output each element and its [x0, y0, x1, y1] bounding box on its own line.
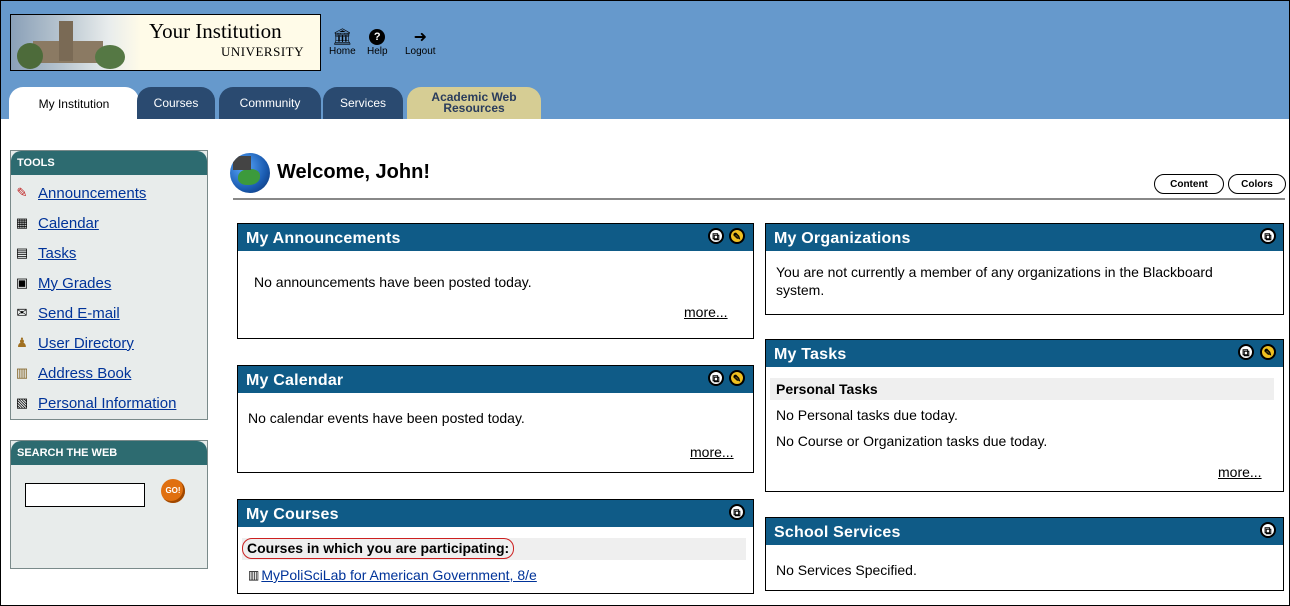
- welcome-divider: [233, 198, 1285, 200]
- envelope-icon: ✉: [16, 305, 28, 320]
- module-title: My Announcements ⧉ ✎: [238, 224, 753, 251]
- logout-button[interactable]: ➜ Logout: [405, 28, 436, 57]
- institution-name: Your Institution: [149, 19, 282, 43]
- portal-window: Your Institution UNIVERSITY 🏛 Home ? Hel…: [0, 0, 1290, 606]
- module-title: My Courses ⧉: [238, 500, 753, 527]
- page-title: Welcome, John!: [277, 161, 430, 183]
- popout-icon[interactable]: ⧉: [708, 370, 724, 386]
- tool-address-book[interactable]: ▥ Address Book: [11, 358, 207, 388]
- search-panel: SEARCH THE WEB GO!: [10, 440, 208, 569]
- tab-academic-web-resources[interactable]: Academic Web Resources: [407, 87, 541, 119]
- home-button[interactable]: 🏛 Home: [329, 28, 356, 57]
- module-title: My Calendar ⧉ ✎: [238, 366, 753, 393]
- module-title: My Tasks ⧉ ✎: [766, 340, 1283, 367]
- help-label: Help: [367, 46, 388, 57]
- help-button[interactable]: ? Help: [367, 28, 388, 57]
- id-card-icon: ▧: [15, 395, 29, 410]
- tasks-line-personal: No Personal tasks due today.: [776, 407, 958, 423]
- users-icon: ♟: [16, 335, 28, 350]
- school-services-module: School Services ⧉ No Services Specified.: [765, 517, 1284, 591]
- institution-logo[interactable]: Your Institution UNIVERSITY: [10, 14, 321, 71]
- my-announcements-module: My Announcements ⧉ ✎ No announcements ha…: [237, 223, 754, 339]
- tool-tasks[interactable]: ▤ Tasks: [11, 238, 207, 268]
- tool-personal-information[interactable]: ▧ Personal Information: [11, 388, 207, 418]
- tool-calendar[interactable]: ▦ Calendar: [11, 208, 207, 238]
- tab-my-institution[interactable]: My Institution: [9, 87, 139, 121]
- popout-icon[interactable]: ⧉: [1260, 228, 1276, 244]
- course-icon: ▥: [248, 568, 260, 582]
- tool-send-email[interactable]: ✉ Send E-mail: [11, 298, 207, 328]
- tools-panel: TOOLS ✎ Announcements ▦ Calendar ▤ Tasks…: [10, 150, 208, 420]
- tasks-line-course: No Course or Organization tasks due toda…: [776, 433, 1048, 449]
- my-organizations-module: My Organizations ⧉ You are not currently…: [765, 223, 1284, 315]
- tools-title: TOOLS: [11, 151, 207, 175]
- module-text: No calendar events have been posted toda…: [248, 410, 525, 426]
- module-text: No announcements have been posted today.: [254, 274, 532, 290]
- logout-label: Logout: [405, 46, 436, 57]
- popout-icon[interactable]: ⧉: [1238, 344, 1254, 360]
- tab-community[interactable]: Community: [219, 87, 321, 119]
- tab-services[interactable]: Services: [323, 87, 403, 119]
- campus-photo: [11, 15, 141, 70]
- courses-subhead-row: Courses in which you are participating:: [242, 538, 746, 560]
- popout-icon[interactable]: ⧉: [1260, 522, 1276, 538]
- address-book-icon: ▥: [15, 365, 29, 380]
- go-button[interactable]: GO!: [161, 479, 185, 503]
- header: Your Institution UNIVERSITY 🏛 Home ? Hel…: [1, 1, 1289, 121]
- home-label: Home: [329, 46, 356, 57]
- grades-icon: ▣: [15, 275, 29, 290]
- more-link[interactable]: more...: [690, 444, 734, 460]
- tab-courses[interactable]: Courses: [137, 87, 215, 119]
- logout-icon: ➜: [413, 29, 427, 46]
- tool-user-directory[interactable]: ♟ User Directory: [11, 328, 207, 358]
- courses-subhead: Courses in which you are participating:: [242, 538, 515, 559]
- popout-icon[interactable]: ⧉: [708, 228, 724, 244]
- popout-icon[interactable]: ⧉: [729, 504, 745, 520]
- search-title: SEARCH THE WEB: [11, 441, 207, 465]
- colors-button[interactable]: Colors: [1228, 174, 1286, 194]
- edit-icon[interactable]: ✎: [1260, 344, 1276, 360]
- edit-icon[interactable]: ✎: [729, 228, 745, 244]
- more-link[interactable]: more...: [684, 304, 728, 320]
- course-link[interactable]: MyPoliSciLab for American Government, 8/…: [261, 567, 536, 583]
- module-title: School Services ⧉: [766, 518, 1283, 545]
- help-icon: ?: [367, 28, 387, 46]
- institution-sub: UNIVERSITY: [221, 44, 304, 59]
- my-calendar-module: My Calendar ⧉ ✎ No calendar events have …: [237, 365, 754, 473]
- home-icon: 🏛: [332, 29, 353, 46]
- content-button[interactable]: Content: [1154, 174, 1224, 194]
- module-text: No Services Specified.: [776, 562, 917, 578]
- my-tasks-module: My Tasks ⧉ ✎ Personal Tasks No Personal …: [765, 339, 1284, 492]
- course-row[interactable]: ▥ MyPoliSciLab for American Government, …: [248, 567, 537, 583]
- clipboard-icon: ▤: [15, 245, 29, 260]
- pushpin-icon: ✎: [16, 185, 28, 200]
- module-title: My Organizations ⧉: [766, 224, 1283, 251]
- more-link[interactable]: more...: [1218, 464, 1262, 480]
- tasks-subhead: Personal Tasks: [770, 378, 1274, 400]
- module-text: You are not currently a member of any or…: [776, 264, 1213, 298]
- calendar-icon: ▦: [15, 215, 29, 230]
- my-courses-module: My Courses ⧉ Courses in which you are pa…: [237, 499, 754, 594]
- search-input[interactable]: [25, 483, 145, 507]
- globe-icon: [230, 153, 270, 193]
- tool-my-grades[interactable]: ▣ My Grades: [11, 268, 207, 298]
- edit-icon[interactable]: ✎: [729, 370, 745, 386]
- tool-announcements[interactable]: ✎ Announcements: [11, 178, 207, 208]
